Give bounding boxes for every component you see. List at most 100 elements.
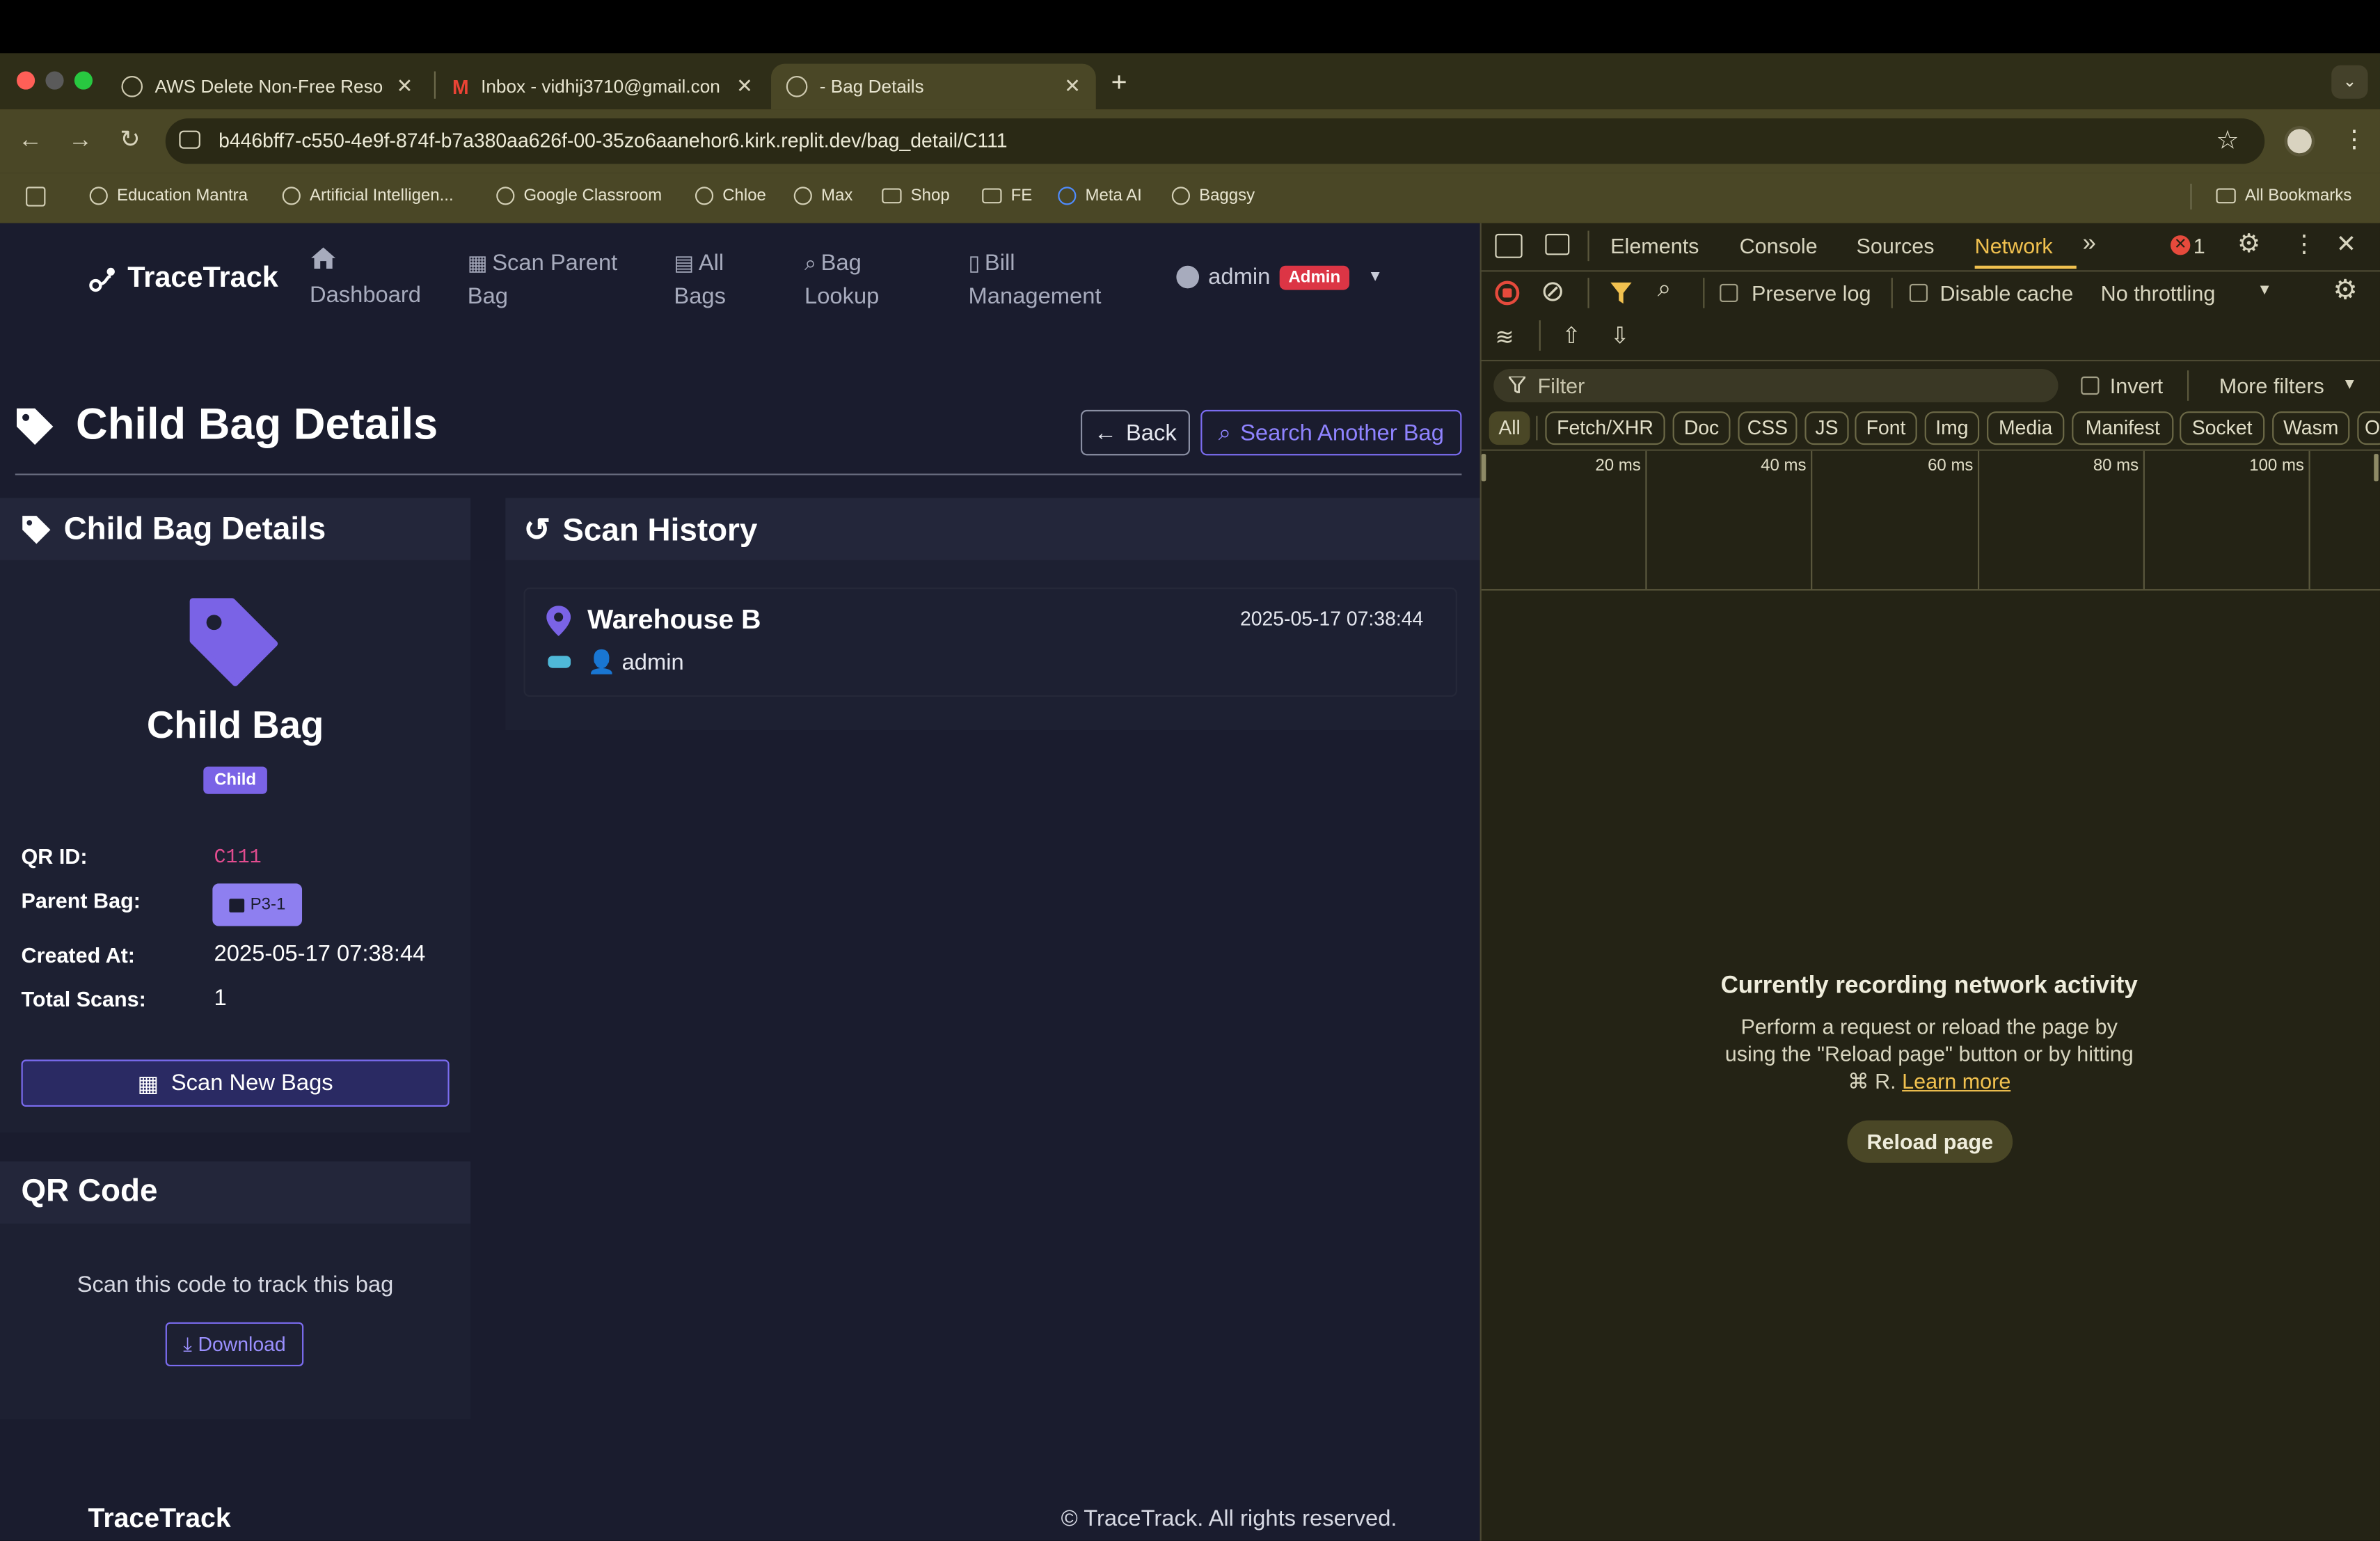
search-icon: ⌕ [1218, 420, 1232, 446]
browser-menu-icon[interactable]: ⋮ [2342, 125, 2366, 155]
inspect-element-icon[interactable] [1495, 233, 1523, 258]
tab-close-icon[interactable]: ✕ [736, 74, 753, 99]
tab-close-icon[interactable]: ✕ [396, 74, 413, 99]
site-settings-icon[interactable] [179, 130, 200, 149]
type-filter-all[interactable]: All [1489, 411, 1530, 445]
type-filter-media[interactable]: Media [1987, 411, 2065, 445]
caret-down-icon[interactable]: ▼ [2342, 377, 2357, 393]
bookmark-star-icon[interactable]: ☆ [2216, 126, 2239, 157]
history-icon: ↺ [523, 513, 550, 548]
browser-tab-aws[interactable]: AWS Delete Non-Free Resour ✕ [106, 64, 428, 109]
profile-avatar[interactable] [2284, 126, 2315, 157]
back-button[interactable]: ← Back [1080, 409, 1190, 456]
search-another-bag-button[interactable]: ⌕ Search Another Bag [1200, 409, 1462, 456]
search-icon: ⌕ [804, 250, 817, 275]
type-filter-doc[interactable]: Doc [1672, 411, 1731, 445]
browser-tab-bag-details[interactable]: - Bag Details ✕ [771, 63, 1096, 110]
qrcode-icon: ▦ [137, 1070, 159, 1097]
error-icon[interactable]: ✕ [2171, 235, 2191, 255]
type-filter-socket[interactable]: Socket [2180, 411, 2265, 445]
window-maximize-button[interactable] [74, 71, 93, 90]
reload-icon[interactable]: ↻ [120, 127, 140, 155]
back-arrow-icon[interactable]: ← [18, 127, 42, 155]
timeline-left-handle[interactable] [1481, 454, 1486, 482]
type-filter-css[interactable]: CSS [1738, 411, 1798, 445]
devtools-close-icon[interactable]: ✕ [2336, 229, 2356, 260]
more-tabs-chevron-icon[interactable]: » [2082, 231, 2095, 258]
new-tab-button[interactable]: + [1111, 67, 1127, 99]
route-icon [89, 267, 115, 292]
tab-search-chevron-icon[interactable]: ⌄ [2331, 65, 2368, 99]
export-har-download-icon[interactable]: ⇩ [1610, 322, 1629, 349]
error-count[interactable]: 1 [2193, 234, 2205, 258]
browser-tab-gmail[interactable]: M Inbox - vidhij3710@gmail.con ✕ [437, 64, 768, 109]
search-icon[interactable]: ⌕ [1658, 276, 1672, 303]
bookmark-baggsy[interactable]: Baggsy [1171, 187, 1255, 205]
user-menu[interactable]: admin Admin ▼ [1176, 264, 1383, 290]
nav-bag-lookup[interactable]: ⌕ Bag Lookup [804, 246, 879, 314]
devtools-tab-sources[interactable]: Sources [1857, 234, 1935, 258]
timeline-tick-label: 40 ms [1761, 457, 1807, 475]
forward-arrow-icon[interactable]: → [68, 127, 93, 155]
nav-label: Bag [467, 283, 509, 310]
type-filter-fetch-xhr[interactable]: Fetch/XHR [1545, 411, 1665, 445]
bookmark-fe[interactable]: FE [982, 187, 1032, 205]
bookmark-chloe[interactable]: Chloe [695, 187, 766, 205]
devtools-menu-icon[interactable]: ⋮ [2292, 229, 2316, 260]
devtools-tab-console[interactable]: Console [1740, 234, 1818, 258]
download-button[interactable]: ⤓ Download [165, 1322, 304, 1367]
reload-page-button[interactable]: Reload page [1847, 1120, 2013, 1163]
url-text[interactable]: b446bff7-c550-4e9f-874f-b7a380aa626f-00-… [219, 129, 1007, 152]
type-filter-other[interactable]: O [2357, 411, 2380, 445]
learn-more-link[interactable]: Learn more [1902, 1069, 2010, 1093]
empty-state-description: Perform a request or reload the page by … [1724, 1013, 2134, 1093]
import-har-upload-icon[interactable]: ⇧ [1562, 322, 1580, 349]
nav-label: Bags [674, 283, 727, 310]
bookmark-artificial-intelligence[interactable]: Artificial Intelligen... [282, 187, 454, 205]
parent-bag-link[interactable]: P3-1 [212, 883, 303, 926]
bookmark-meta-ai[interactable]: Meta AI [1058, 187, 1142, 205]
invert-checkbox[interactable] [2081, 376, 2100, 395]
nav-all-bags[interactable]: ▤ All Bags [674, 246, 726, 314]
toolbar-divider [1891, 278, 1893, 308]
bookmark-shop[interactable]: Shop [882, 187, 950, 205]
qr-caption: Scan this code to track this bag [77, 1272, 394, 1298]
disable-cache-label: Disable cache [1939, 280, 2074, 306]
preserve-log-checkbox[interactable] [1720, 283, 1738, 303]
devtools-tab-elements[interactable]: Elements [1610, 234, 1699, 258]
type-filter-font[interactable]: Font [1855, 411, 1917, 445]
disable-cache-checkbox[interactable] [1909, 283, 1928, 303]
device-toolbar-icon[interactable] [1545, 233, 1570, 255]
network-settings-gear-icon[interactable]: ⚙ [2333, 275, 2357, 307]
settings-gear-icon[interactable]: ⚙ [2237, 229, 2260, 260]
scan-user: 👤 admin [587, 649, 684, 676]
timeline-right-handle[interactable] [2374, 454, 2379, 482]
meta-ai-icon [1058, 187, 1077, 205]
bookmark-max[interactable]: Max [793, 187, 852, 205]
type-filter-img[interactable]: Img [1924, 411, 1980, 445]
nav-dashboard[interactable]: Dashboard [310, 246, 421, 313]
bookmark-education-mantra[interactable]: Education Mantra [89, 187, 248, 205]
window-close-button[interactable] [16, 71, 35, 90]
throttling-select[interactable]: No throttling [2101, 281, 2216, 306]
apps-grid-icon[interactable] [26, 187, 46, 207]
type-filter-manifest[interactable]: Manifest [2072, 411, 2174, 445]
more-filters-button[interactable]: More filters [2219, 374, 2324, 398]
all-bookmarks-button[interactable]: All Bookmarks [2216, 187, 2351, 205]
filter-funnel-icon[interactable] [1610, 282, 1632, 304]
bookmark-google-classroom[interactable]: Google Classroom [496, 187, 662, 205]
type-filter-js[interactable]: JS [1804, 411, 1849, 445]
nav-scan-parent-bag[interactable]: ▦ Scan Parent Bag [468, 246, 617, 314]
openai-icon [121, 76, 143, 97]
window-minimize-button[interactable] [45, 71, 64, 90]
tab-close-icon[interactable]: ✕ [1064, 74, 1081, 99]
record-stop-icon[interactable] [1495, 280, 1520, 306]
clear-icon[interactable]: ⊘ [1541, 275, 1565, 310]
devtools-tab-network[interactable]: Network [1975, 234, 2053, 258]
caret-down-icon[interactable]: ▼ [2257, 283, 2272, 299]
nav-bill-management[interactable]: ▯ Bill Management [969, 246, 1102, 314]
network-conditions-wifi-icon[interactable]: ≋ [1495, 324, 1514, 351]
scan-new-bags-button[interactable]: ▦ Scan New Bags [21, 1059, 450, 1107]
type-filter-wasm[interactable]: Wasm [2272, 411, 2350, 445]
brand-link[interactable]: TraceTrack [88, 262, 278, 296]
